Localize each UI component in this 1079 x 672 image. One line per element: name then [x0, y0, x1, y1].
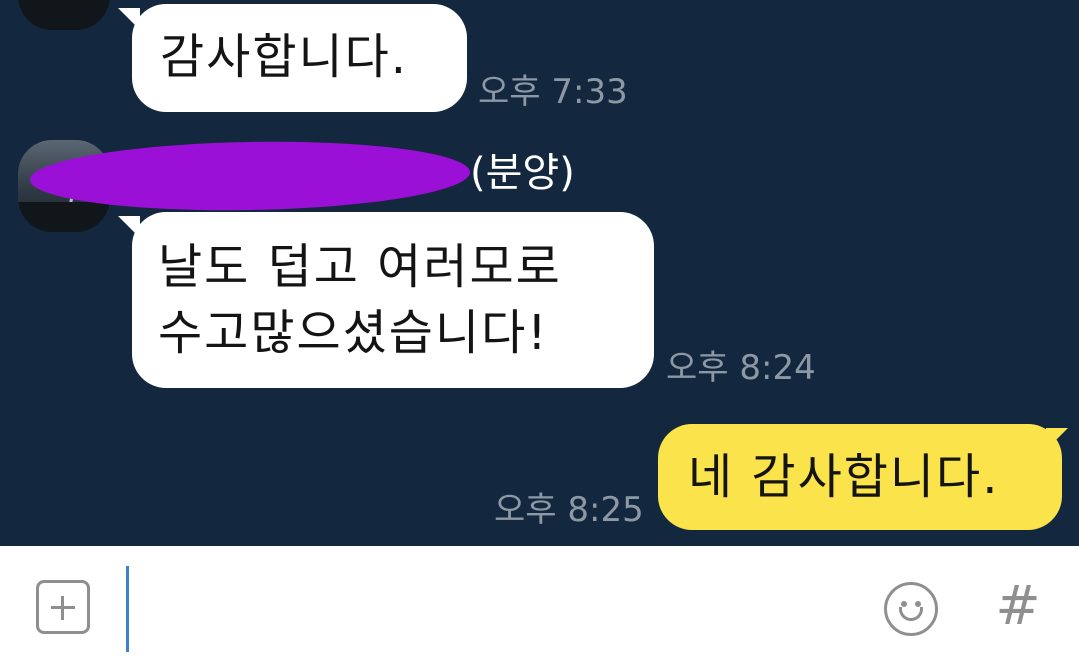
hash-icon[interactable]: # [994, 576, 1042, 636]
chat-area: 감사합니다. 오후 7:33 (분양) 날도 덥고 여러모로 수고많으셨습니다!… [0, 0, 1079, 546]
avatar[interactable] [18, 0, 110, 30]
sender-name: (분양) [470, 150, 575, 196]
message-time: 오후 7:33 [478, 72, 628, 112]
plus-square-icon[interactable] [36, 580, 90, 634]
message-bubble[interactable]: 감사합니다. [132, 4, 467, 112]
text-cursor [126, 566, 129, 652]
bubble-tail [1046, 428, 1068, 450]
my-message-bubble[interactable]: 네 감사합니다. [658, 424, 1062, 530]
message-time: 오후 8:24 [666, 348, 816, 388]
smile-icon[interactable] [884, 582, 938, 636]
message-input-bar: # [0, 546, 1079, 672]
message-input[interactable] [134, 566, 838, 654]
message-time: 오후 8:25 [494, 490, 644, 530]
message-bubble[interactable]: 날도 덥고 여러모로 수고많으셨습니다! [132, 212, 654, 388]
